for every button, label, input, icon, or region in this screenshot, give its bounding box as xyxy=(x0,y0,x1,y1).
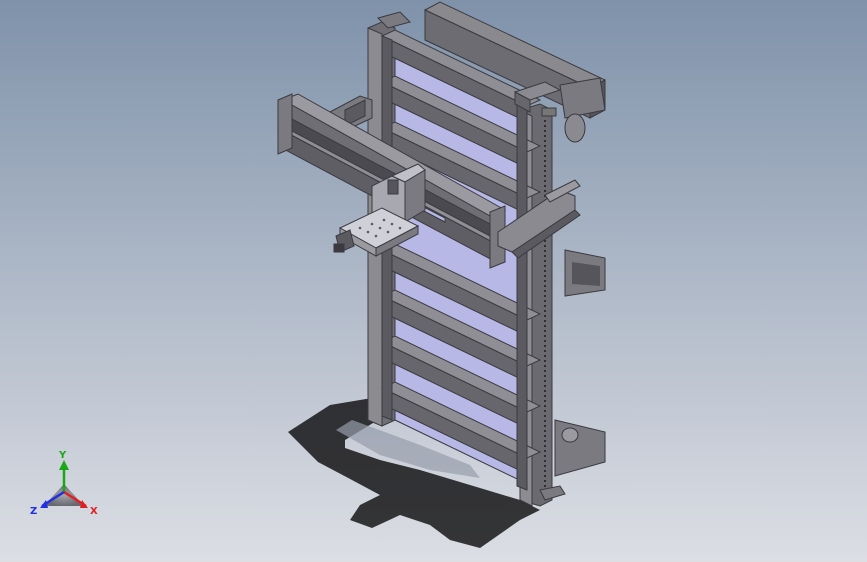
z-axis-label: Z xyxy=(30,506,37,517)
3d-model-view[interactable] xyxy=(0,0,867,562)
x-axis-label: X xyxy=(90,506,98,517)
view-orientation-triad[interactable]: Y X Z xyxy=(28,448,102,520)
y-axis-arrow xyxy=(59,460,69,492)
y-axis-label: Y xyxy=(58,450,67,461)
cad-graphics-viewport[interactable]: Y X Z xyxy=(0,0,867,562)
